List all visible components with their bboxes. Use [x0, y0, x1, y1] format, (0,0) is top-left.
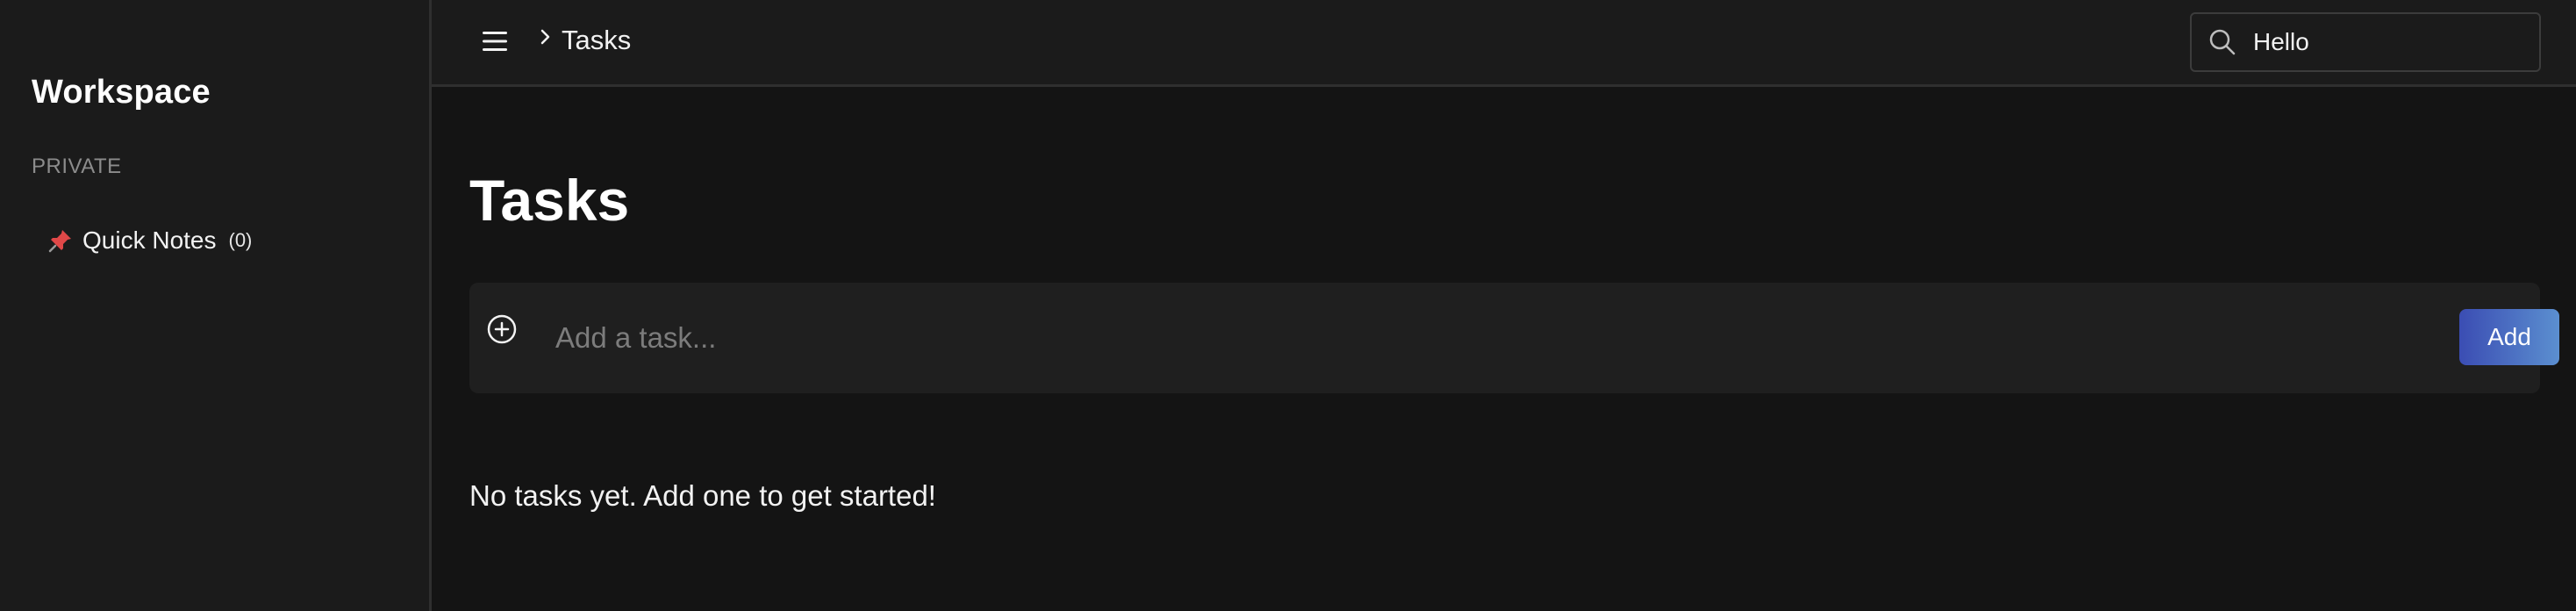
workspace-title: Workspace	[32, 74, 211, 111]
search-box[interactable]	[2190, 12, 2541, 72]
top-bar: Tasks	[432, 0, 2576, 87]
sidebar-item-label: Quick Notes	[82, 226, 217, 254]
menu-button[interactable]	[470, 19, 519, 63]
chevron-right-icon	[537, 28, 555, 46]
main-content: Tasks Tasks Add	[432, 0, 2576, 611]
page-title: Tasks	[469, 168, 630, 233]
add-task-panel: Add	[469, 283, 2559, 393]
empty-state-message: No tasks yet. Add one to get started!	[469, 479, 936, 512]
sidebar-item-count: (0)	[228, 229, 253, 251]
pin-icon	[47, 227, 74, 254]
sidebar-section-label: PRIVATE	[32, 155, 122, 178]
app-window: Workspace PRIVATE Quick Notes (0) Tasks …	[0, 0, 2576, 611]
search-input[interactable]	[2251, 27, 2532, 57]
plus-circle-icon[interactable]	[485, 313, 519, 346]
sidebar-item-quick-notes[interactable]: Quick Notes (0)	[47, 221, 252, 260]
breadcrumb: Tasks	[537, 25, 631, 56]
hamburger-menu-icon	[481, 30, 509, 53]
add-task-input[interactable]	[554, 316, 2308, 360]
sidebar: Workspace PRIVATE Quick Notes (0)	[0, 0, 432, 611]
search-icon	[2207, 27, 2237, 57]
add-task-button[interactable]: Add	[2459, 309, 2559, 365]
breadcrumb-current[interactable]: Tasks	[562, 25, 631, 56]
